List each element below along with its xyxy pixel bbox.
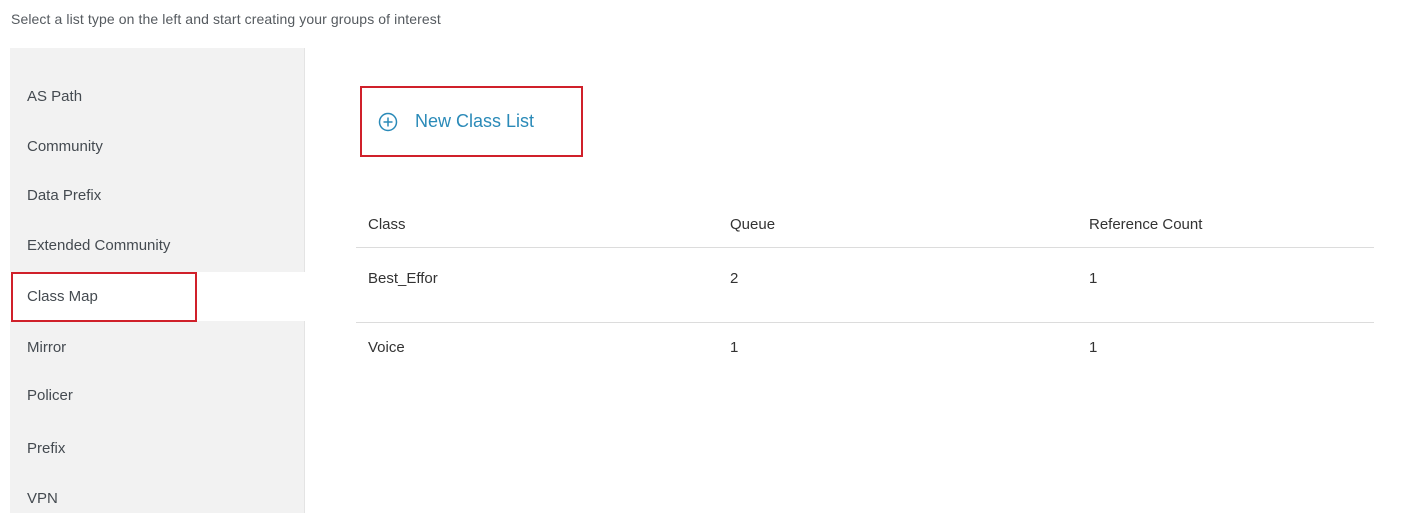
new-class-list-label: New Class List [415,111,535,131]
cell-class: Best_Effor [368,270,438,287]
sidebar-item-vpn[interactable]: VPN [10,474,304,523]
row-divider [356,322,1374,323]
sidebar-item-class-map[interactable]: Class Map [10,272,305,321]
header-divider [356,247,1374,248]
new-class-list-button[interactable]: New Class List [378,111,534,132]
sidebar-item-prefix[interactable]: Prefix [10,424,304,473]
column-header-class[interactable]: Class [368,216,406,233]
plus-circle-icon [378,112,398,132]
cell-queue: 1 [730,339,739,356]
cell-reference-count: 1 [1089,270,1098,287]
cell-queue: 2 [730,270,739,287]
sidebar-item-data-prefix[interactable]: Data Prefix [10,171,304,220]
sidebar-item-community[interactable]: Community [10,122,304,171]
column-header-reference-count[interactable]: Reference Count [1089,216,1202,233]
sidebar-item-extended-community[interactable]: Extended Community [10,221,304,270]
cell-class: Voice [368,339,405,356]
list-type-sidebar: AS Path Community Data Prefix Extended C… [10,48,305,513]
sidebar-item-as-path[interactable]: AS Path [10,72,304,121]
sidebar-item-mirror[interactable]: Mirror [10,323,304,372]
sidebar-item-policer[interactable]: Policer [10,371,304,420]
column-header-queue[interactable]: Queue [730,216,775,233]
cell-reference-count: 1 [1089,339,1098,356]
page-instruction: Select a list type on the left and start… [11,11,441,27]
